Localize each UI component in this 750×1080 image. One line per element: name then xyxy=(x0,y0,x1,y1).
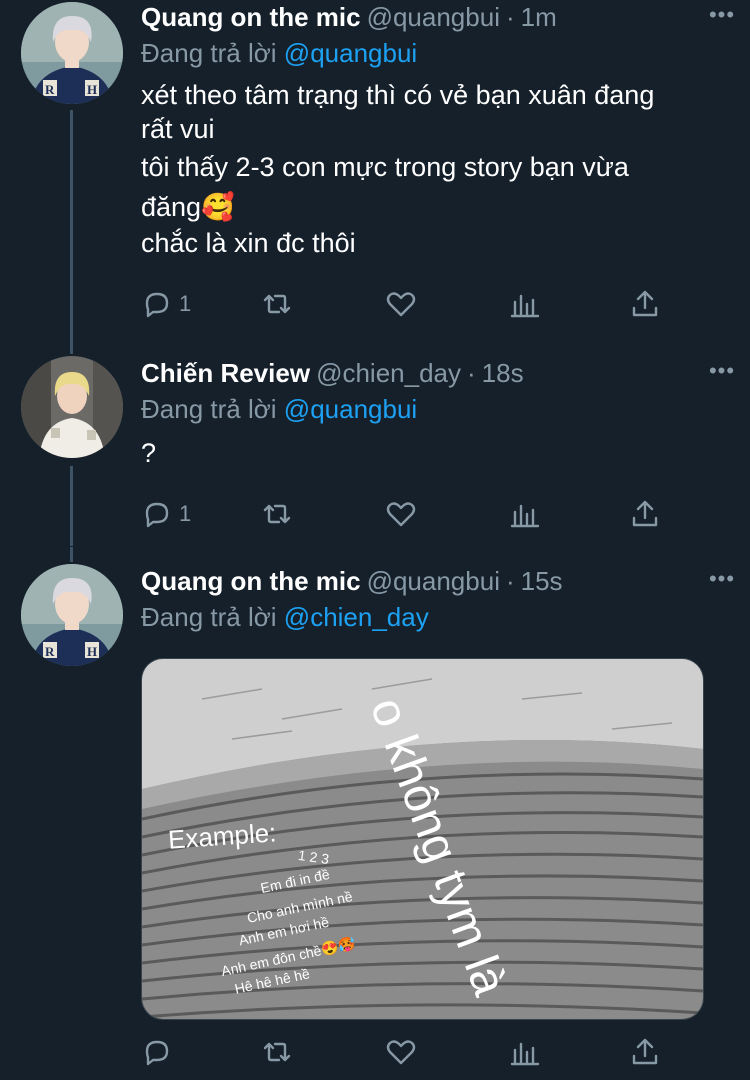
heart-icon xyxy=(386,292,416,317)
replying-label: Đang trả lời xyxy=(141,394,277,424)
display-name[interactable]: Quang on the mic xyxy=(141,566,361,596)
text-line: tôi thấy 2-3 con mực trong story bạn vừa xyxy=(141,152,629,182)
text-line: ? xyxy=(141,438,157,468)
separator-dot: · xyxy=(467,358,476,388)
text-line: chắc là xin đc thôi xyxy=(141,228,356,258)
like-button[interactable] xyxy=(385,494,417,534)
retweet-button[interactable] xyxy=(261,494,293,534)
tweet-actions xyxy=(141,1032,701,1072)
replying-to: Đang trả lời @chien_day xyxy=(141,600,730,634)
replying-label: Đang trả lời xyxy=(141,38,277,68)
avatar[interactable]: R H xyxy=(21,2,123,104)
tweet[interactable]: R H Quang on the mic @quangbui · 15s Đang t… xyxy=(0,564,750,1080)
svg-text:R: R xyxy=(45,82,55,97)
tweet-text: xét theo tâm trạng thì có vẻ bạn xuân đa… xyxy=(141,78,730,260)
handle[interactable]: @chien_day xyxy=(316,358,461,388)
tweet-actions: 1 xyxy=(141,284,701,324)
share-button[interactable] xyxy=(629,1032,661,1072)
analytics-icon xyxy=(510,294,540,318)
tweet-header: Quang on the mic @quangbui · 1m xyxy=(141,0,730,34)
text-line: đăng🥰 xyxy=(141,192,235,222)
timestamp[interactable]: 18s xyxy=(482,358,524,388)
analytics-button[interactable] xyxy=(509,284,541,324)
more-options-icon[interactable]: ••• xyxy=(702,360,742,388)
analytics-button[interactable] xyxy=(509,1032,541,1072)
svg-text:R: R xyxy=(45,644,55,659)
retweet-icon xyxy=(263,504,291,524)
avatar[interactable]: R H xyxy=(21,564,123,666)
display-name[interactable]: Chiến Review xyxy=(141,358,310,388)
tweet-actions: 1 xyxy=(141,494,701,534)
svg-text:H: H xyxy=(87,644,97,659)
divider xyxy=(0,546,750,547)
replying-handle[interactable]: @quangbui xyxy=(284,394,417,424)
reply-button[interactable]: 1 xyxy=(141,494,191,534)
avatar[interactable] xyxy=(21,356,123,458)
reply-icon xyxy=(145,502,169,528)
retweet-icon xyxy=(263,294,291,314)
retweet-button[interactable] xyxy=(261,284,293,324)
analytics-button[interactable] xyxy=(509,494,541,534)
reply-icon xyxy=(145,292,169,318)
reply-count: 1 xyxy=(179,501,192,526)
timestamp[interactable]: 15s xyxy=(521,566,563,596)
like-button[interactable] xyxy=(385,1032,417,1072)
text-line: xét theo tâm trạng thì có vẻ bạn xuân đa… xyxy=(141,80,655,110)
tweet-header: Chiến Review @chien_day · 18s xyxy=(141,356,730,390)
replying-handle[interactable]: @quangbui xyxy=(284,38,417,68)
reply-icon xyxy=(145,1040,169,1066)
handle[interactable]: @quangbui xyxy=(367,2,500,32)
share-button[interactable] xyxy=(629,494,661,534)
display-name[interactable]: Quang on the mic xyxy=(141,2,361,32)
like-button[interactable] xyxy=(385,284,417,324)
separator-dot: · xyxy=(505,2,515,32)
reply-button[interactable] xyxy=(141,1032,173,1072)
reply-count: 1 xyxy=(179,291,192,316)
tweet-text: ? xyxy=(141,436,730,470)
timestamp[interactable]: 1m xyxy=(521,2,557,32)
replying-label: Đang trả lời xyxy=(141,602,277,632)
more-options-icon[interactable]: ••• xyxy=(702,568,742,596)
analytics-icon xyxy=(510,1042,540,1066)
text-line: rất vui xyxy=(141,114,215,144)
retweet-button[interactable] xyxy=(261,1032,293,1072)
more-options-icon[interactable]: ••• xyxy=(702,4,742,32)
share-icon xyxy=(632,1038,658,1065)
share-button[interactable] xyxy=(629,284,661,324)
separator-dot: · xyxy=(505,566,515,596)
share-icon xyxy=(632,290,658,317)
heart-icon xyxy=(386,502,416,527)
reply-button[interactable]: 1 xyxy=(141,284,191,324)
replying-handle[interactable]: @chien_day xyxy=(284,602,429,632)
heart-icon xyxy=(386,1040,416,1065)
svg-text:H: H xyxy=(87,82,97,97)
replying-to: Đang trả lời @quangbui xyxy=(141,36,730,70)
tweet[interactable]: R H Quang on the mic @quangbui · 1m Đang tr… xyxy=(0,0,750,340)
tweet-header: Quang on the mic @quangbui · 15s xyxy=(141,564,730,598)
replying-to: Đang trả lời @quangbui xyxy=(141,392,730,426)
tweet[interactable]: Chiến Review @chien_day · 18s Đang trả lời … xyxy=(0,356,750,546)
handle[interactable]: @quangbui xyxy=(367,566,500,596)
tweet-image[interactable]: Example: 1 2 3 Em đi in đề Cho anh mình … xyxy=(141,658,704,1020)
share-icon xyxy=(632,500,658,527)
analytics-icon xyxy=(510,504,540,528)
retweet-icon xyxy=(263,1042,291,1062)
